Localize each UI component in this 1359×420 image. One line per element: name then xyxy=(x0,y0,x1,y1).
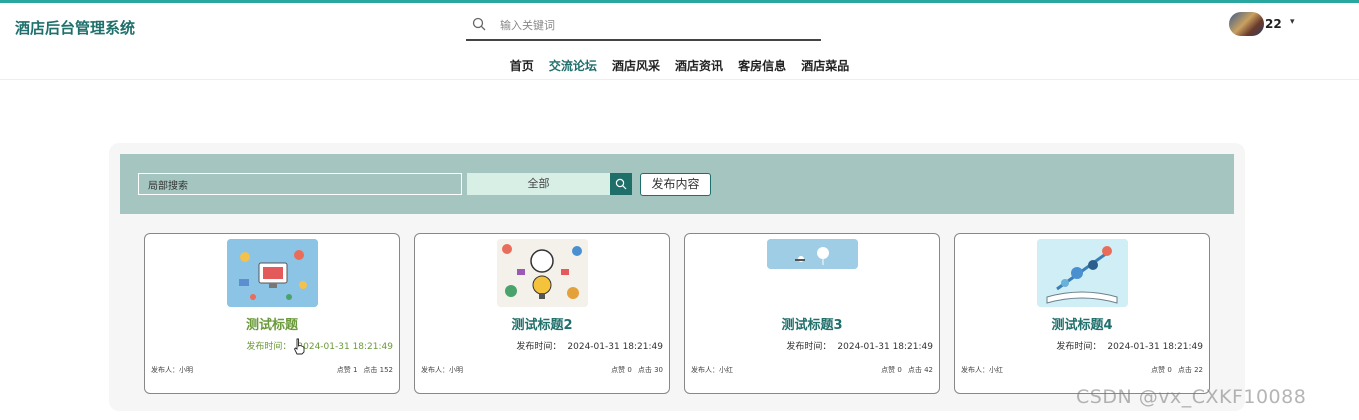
post-time: 发布时间： 2024-01-31 18:21:49 xyxy=(246,339,393,352)
post-stats: 点赞 0 点击 22 xyxy=(1145,365,1203,375)
hand-cursor-icon xyxy=(293,338,305,355)
like-count: 点赞 0 xyxy=(881,366,902,374)
publish-button[interactable]: 发布内容 xyxy=(640,173,711,196)
chevron-down-icon[interactable]: ▾ xyxy=(1290,17,1295,27)
post-time-value: 2024-01-31 18:21:49 xyxy=(1107,342,1203,352)
avatar[interactable] xyxy=(1229,12,1264,36)
post-time-value: 2024-01-31 18:21:49 xyxy=(837,342,933,352)
lightbulb-icon xyxy=(497,239,588,307)
post-time: 发布时间： 2024-01-31 18:21:49 xyxy=(1056,339,1203,352)
search-icon xyxy=(615,178,627,190)
global-search-input[interactable] xyxy=(500,15,800,35)
post-time-label: 发布时间： xyxy=(786,342,832,352)
watermark: CSDN @vx_CXKF10088 xyxy=(1076,386,1307,408)
nav-item-hotel-news[interactable]: 酒店资讯 xyxy=(675,57,723,74)
post-title[interactable]: 测试标题3 xyxy=(685,314,939,333)
post-author: 发布人：小明 xyxy=(421,366,463,374)
post-thumbnail[interactable] xyxy=(227,239,318,307)
like-count: 点赞 1 xyxy=(336,366,358,374)
main-nav: 首页 交流论坛 酒店风采 酒店资讯 客房信息 酒店菜品 xyxy=(0,55,1359,77)
post-stats: 点赞 0 点击 30 xyxy=(605,365,663,375)
post-stats: 点赞 0 点击 42 xyxy=(875,365,933,375)
post-time-value: 2024-01-31 18:21:49 xyxy=(567,342,663,352)
balloon-icon xyxy=(767,239,858,269)
forum-card[interactable]: 测试标题2 发布时间： 2024-01-31 18:21:49 发布人：小明 点赞… xyxy=(414,233,670,394)
post-title[interactable]: 测试标题2 xyxy=(415,314,669,333)
post-thumbnail[interactable] xyxy=(497,239,588,307)
header: 酒店后台管理系统 22 ▾ 首页 交流论坛 酒店风采 酒店资讯 客房信息 酒店菜… xyxy=(0,3,1359,80)
nav-item-dishes[interactable]: 酒店菜品 xyxy=(801,57,849,74)
site-brand[interactable]: 酒店后台管理系统 xyxy=(15,17,135,38)
local-search-input[interactable]: 局部搜索 xyxy=(138,173,462,195)
category-select[interactable]: 全部 xyxy=(467,173,610,195)
nav-item-room-info[interactable]: 客房信息 xyxy=(738,57,786,74)
forum-card[interactable]: 测试标题4 发布时间： 2024-01-31 18:21:49 发布人：小红 点赞… xyxy=(954,233,1210,394)
click-count: 点击 22 xyxy=(1177,366,1203,374)
post-stats: 点赞 1 点击 152 xyxy=(331,365,393,375)
click-count: 点击 152 xyxy=(363,366,393,374)
computer-icon xyxy=(227,239,318,307)
post-time-value: 2024-01-31 18:21:49 xyxy=(297,342,393,352)
post-time-label: 发布时间： xyxy=(516,342,562,352)
post-time-label: 发布时间： xyxy=(1056,342,1102,352)
nav-item-home[interactable]: 首页 xyxy=(510,57,534,74)
post-title[interactable]: 测试标题 xyxy=(145,314,399,333)
forum-card[interactable]: 测试标题 发布时间： 2024-01-31 18:21:49 发布人：小明 点赞 … xyxy=(144,233,400,394)
book-icon xyxy=(1037,239,1128,307)
post-thumbnail[interactable] xyxy=(767,239,858,269)
forum-card[interactable]: 测试标题3 发布时间： 2024-01-31 18:21:49 发布人：小红 点赞… xyxy=(684,233,940,394)
nav-item-hotel-style[interactable]: 酒店风采 xyxy=(612,57,660,74)
click-count: 点击 30 xyxy=(637,366,663,374)
post-time: 发布时间： 2024-01-31 18:21:49 xyxy=(786,339,933,352)
like-count: 点赞 0 xyxy=(1151,366,1172,374)
post-time-label: 发布时间： xyxy=(246,342,292,352)
click-count: 点击 42 xyxy=(907,366,933,374)
post-thumbnail[interactable] xyxy=(1037,239,1128,307)
nav-item-forum[interactable]: 交流论坛 xyxy=(549,57,597,74)
username[interactable]: 22 xyxy=(1265,17,1282,31)
post-title[interactable]: 测试标题4 xyxy=(955,314,1209,333)
post-author: 发布人：小明 xyxy=(151,366,193,374)
search-icon[interactable] xyxy=(472,17,486,31)
global-search xyxy=(466,11,821,41)
post-author: 发布人：小红 xyxy=(961,366,1003,374)
like-count: 点赞 0 xyxy=(611,366,632,374)
post-time: 发布时间： 2024-01-31 18:21:49 xyxy=(516,339,663,352)
filter-search-button[interactable] xyxy=(610,173,632,195)
post-author: 发布人：小红 xyxy=(691,366,733,374)
